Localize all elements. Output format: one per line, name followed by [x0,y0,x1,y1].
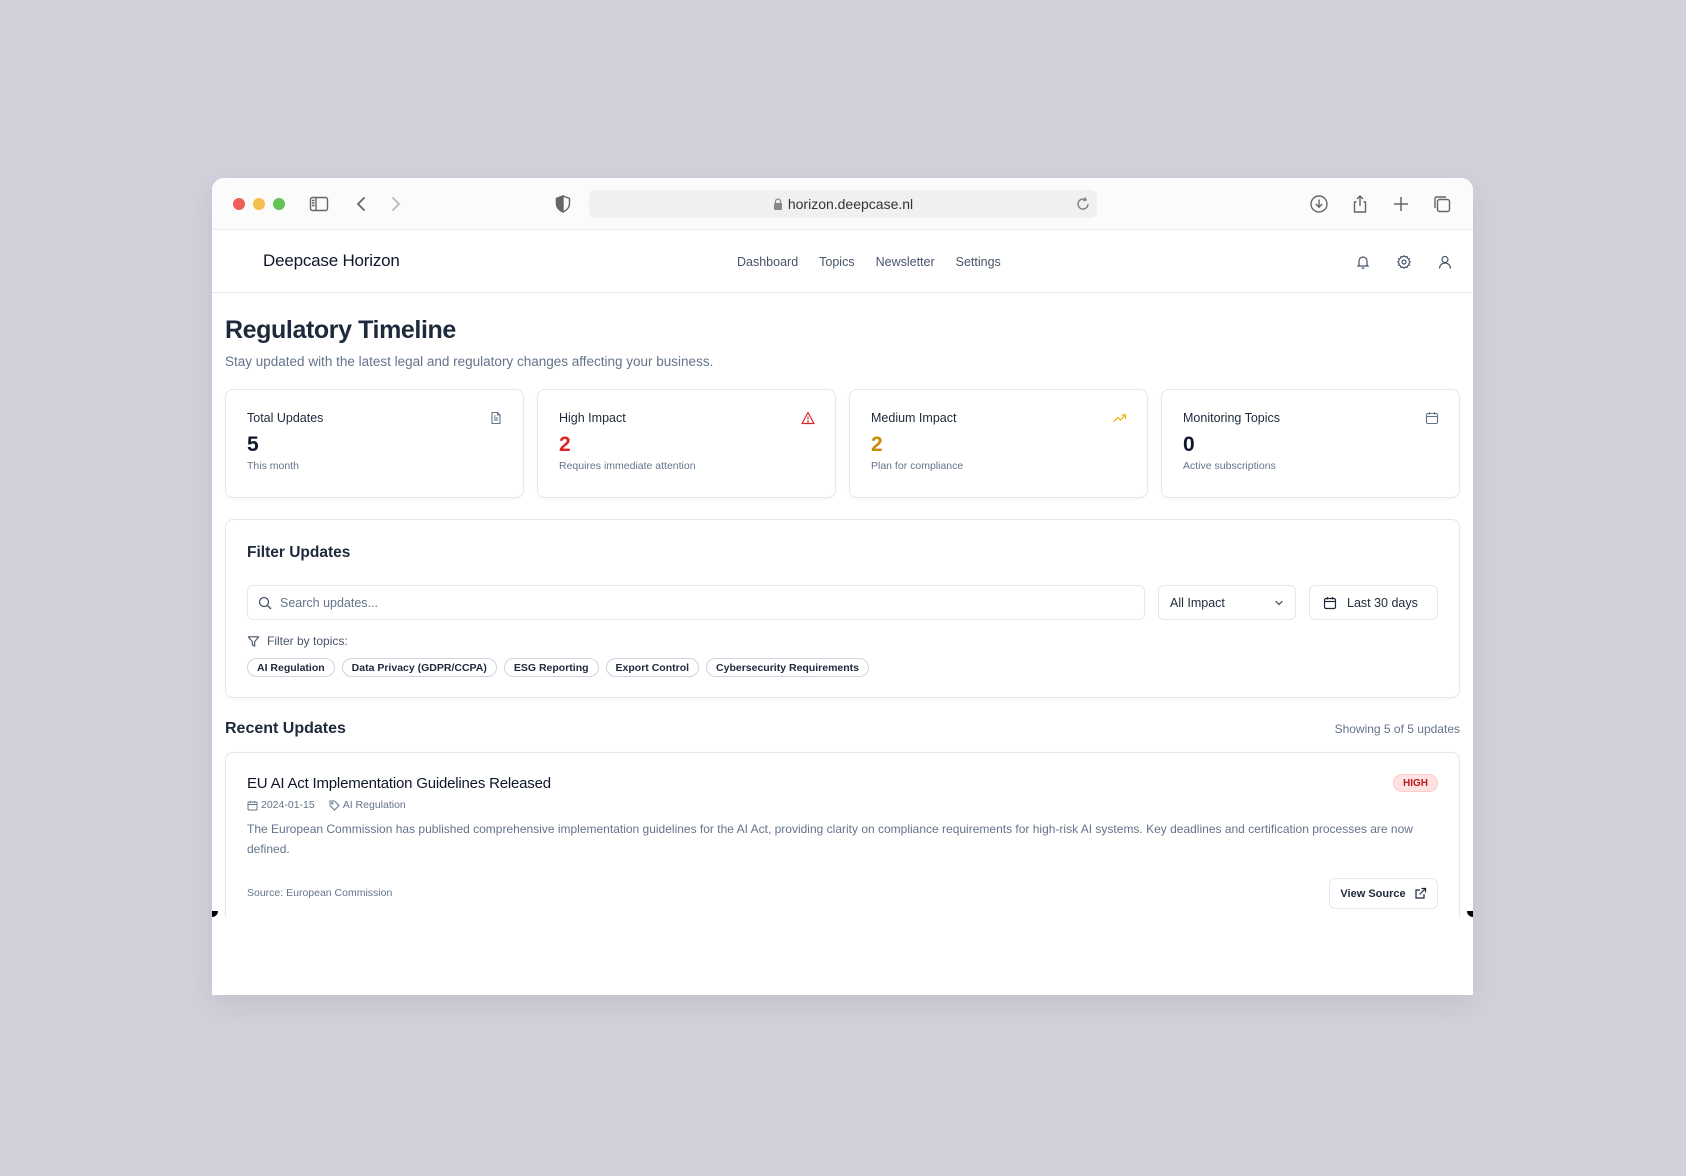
update-topic: AI Regulation [329,799,406,811]
back-arrow-icon[interactable] [352,194,372,214]
page-title: Regulatory Timeline [225,316,456,344]
stat-label: Medium Impact [871,411,957,425]
impact-select-value: All Impact [1170,596,1225,610]
view-source-label: View Source [1340,887,1406,900]
forward-arrow-icon[interactable] [385,194,405,214]
browser-toolbar: horizon.deepcase.nl [212,178,1473,230]
sidebar-toggle-icon[interactable] [309,194,329,214]
stat-label: Monitoring Topics [1183,411,1281,425]
topic-chip-export-control[interactable]: Export Control [605,658,700,677]
lock-icon [773,198,782,210]
stat-value: 0 [1183,433,1195,456]
download-icon[interactable] [1309,194,1329,214]
main-nav: Dashboard Topics Newsletter Settings [737,255,1001,269]
page-content: Regulatory Timeline Stay updated with th… [212,316,1473,922]
update-title[interactable]: EU AI Act Implementation Guidelines Rele… [247,775,1438,792]
tab-overview-icon[interactable] [1432,194,1452,214]
updates-count: Showing 5 of 5 updates [1334,722,1460,736]
update-source: Source: European Commission [247,887,393,899]
filter-panel: Filter Updates All Impact Last 30 days F… [225,519,1460,698]
recent-updates-header: Recent Updates Showing 5 of 5 updates [225,720,1460,738]
shield-icon[interactable] [553,194,573,214]
filter-icon [247,635,260,647]
stat-label: Total Updates [247,411,324,425]
stat-value: 2 [559,433,571,456]
update-card: EU AI Act Implementation Guidelines Rele… [225,752,1460,922]
tag-icon [329,800,340,811]
update-meta: 2024-01-15 AI Regulation [247,799,1438,811]
topic-chip-data-privacy[interactable]: Data Privacy (GDPR/CCPA) [341,658,497,677]
stat-value: 2 [871,433,883,456]
browser-window: horizon.deepcase.nl Deepcase Horizon Das… [212,178,1473,995]
stat-card-medium-impact: Medium Impact 2 Plan for compliance [849,389,1148,498]
brand-name[interactable]: Deepcase Horizon [263,251,400,271]
reload-icon[interactable] [1075,196,1091,212]
minimize-window-button[interactable] [253,198,265,210]
search-box[interactable] [247,585,1145,620]
stats-row: Total Updates 5 This month High Impact 2… [225,389,1460,498]
stat-note: Requires immediate attention [559,460,696,472]
date-range-label: Last 30 days [1347,595,1418,610]
stat-label: High Impact [559,411,626,425]
topic-chip-ai-regulation[interactable]: AI Regulation [247,658,335,677]
update-date-text: 2024-01-15 [261,799,315,811]
stat-note: Plan for compliance [871,460,964,472]
trending-up-icon [1113,411,1127,425]
close-window-button[interactable] [233,198,245,210]
filter-title: Filter Updates [247,544,351,561]
topics-filter-label: Filter by topics: [247,634,348,648]
nav-newsletter[interactable]: Newsletter [876,255,935,269]
calendar-icon [1425,411,1439,425]
topic-chip-cybersecurity[interactable]: Cybersecurity Requirements [706,658,870,677]
page-subtitle: Stay updated with the latest legal and r… [225,354,714,369]
nav-settings[interactable]: Settings [956,255,1001,269]
blank-area [212,917,1473,995]
url-text: horizon.deepcase.nl [787,196,914,212]
nav-dashboard[interactable]: Dashboard [737,255,798,269]
external-link-icon [1415,887,1426,899]
update-date: 2024-01-15 [247,799,315,811]
stat-note: Active subscriptions [1183,460,1276,472]
stat-note: This month [247,460,299,472]
view-source-button[interactable]: View Source [1329,878,1438,909]
topic-chips: AI Regulation Data Privacy (GDPR/CCPA) E… [247,658,870,677]
update-topic-text: AI Regulation [342,799,406,811]
user-icon[interactable] [1437,254,1453,270]
stat-card-high-impact: High Impact 2 Requires immediate attenti… [537,389,836,498]
search-icon [258,596,272,609]
calendar-icon [247,800,258,810]
window-controls [233,198,285,210]
recent-updates-title: Recent Updates [225,720,346,737]
stat-card-monitoring-topics: Monitoring Topics 0 Active subscriptions [1161,389,1460,498]
calendar-icon [1323,596,1337,609]
address-bar[interactable]: horizon.deepcase.nl [589,190,1097,218]
chevron-down-icon [1275,600,1283,606]
impact-select[interactable]: All Impact [1158,585,1296,620]
alert-triangle-icon [801,411,815,425]
gear-icon[interactable] [1396,254,1412,270]
new-tab-icon[interactable] [1391,194,1411,214]
nav-topics[interactable]: Topics [819,255,854,269]
update-description: The European Commission has published co… [247,822,1413,856]
impact-badge: HIGH [1393,774,1438,792]
topics-label-text: Filter by topics: [267,634,348,648]
stat-card-total-updates: Total Updates 5 This month [225,389,524,498]
document-icon [489,411,503,425]
app-header: Deepcase Horizon Dashboard Topics Newsle… [212,230,1473,293]
search-input[interactable] [280,595,1130,610]
bell-icon[interactable] [1355,254,1371,270]
zoom-window-button[interactable] [273,198,285,210]
stat-value: 5 [247,433,259,456]
topic-chip-esg-reporting[interactable]: ESG Reporting [503,658,599,677]
date-range-button[interactable]: Last 30 days [1309,585,1438,620]
share-icon[interactable] [1350,194,1370,214]
